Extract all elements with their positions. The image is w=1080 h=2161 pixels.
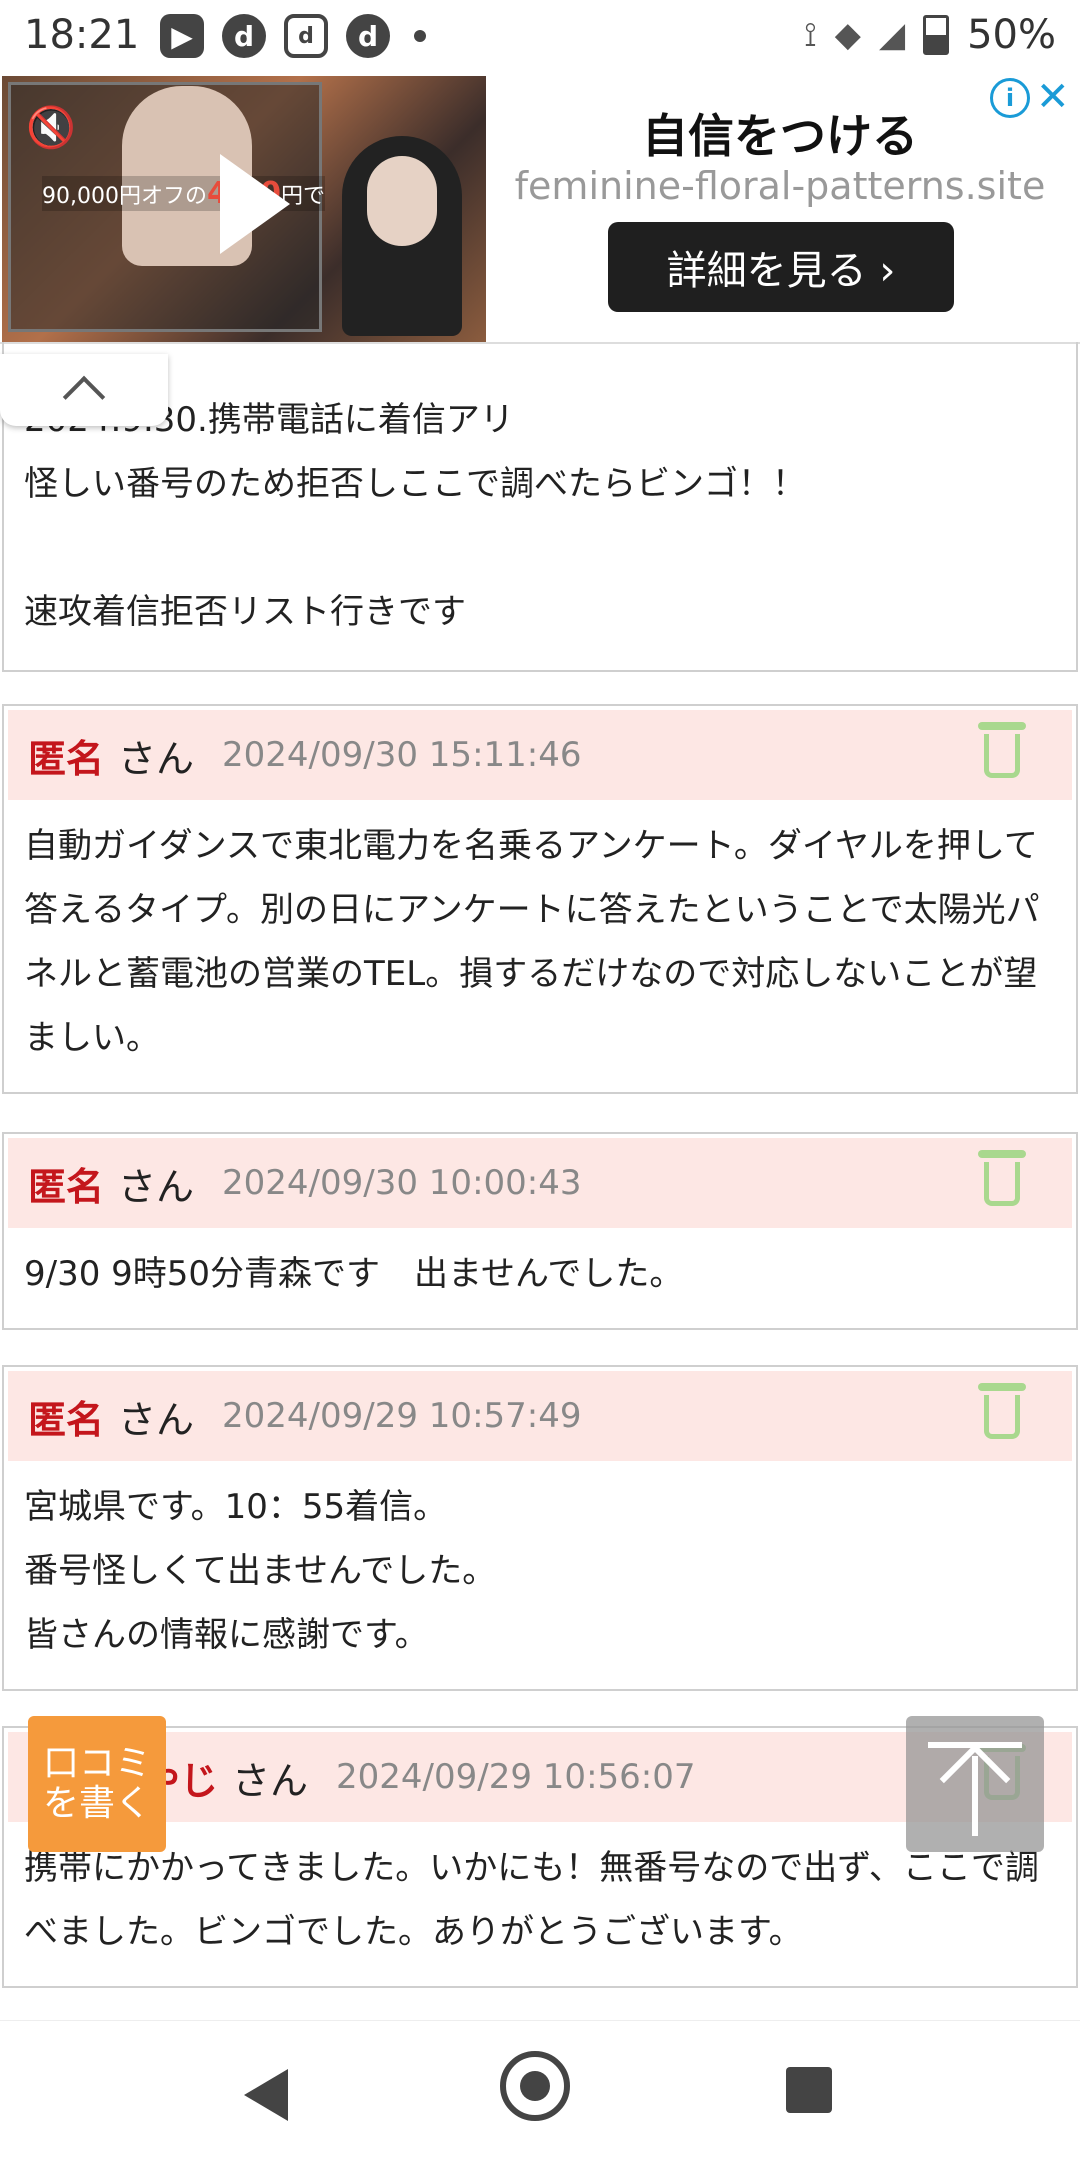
commenter-suffix: さん bbox=[118, 1397, 195, 1442]
ad-domain[interactable]: feminine-floral-patterns.site bbox=[500, 164, 1060, 208]
comment-card: 匿名 さん 2024/09/29 10:57:49 宮城県です。10：55着信。… bbox=[2, 1365, 1078, 1691]
battery-icon bbox=[923, 15, 950, 55]
status-time: 18:21 bbox=[24, 12, 140, 58]
comment-header: 匿名 さん 2024/09/30 15:11:46 bbox=[8, 710, 1072, 800]
d-icon: d bbox=[346, 14, 390, 58]
comment-date: 2024/09/29 10:56:07 bbox=[336, 1757, 696, 1797]
mute-icon[interactable]: 🔇 bbox=[26, 104, 76, 151]
comment-header: 匿名 さん 2024/09/30 10:00:43 bbox=[8, 1138, 1072, 1228]
comment-date: 2024/09/30 10:00:43 bbox=[222, 1163, 582, 1203]
commenter-name: 匿名 bbox=[28, 1397, 105, 1442]
comment-date: 2024/09/30 15:11:46 bbox=[222, 735, 582, 775]
battery-percent: 50% bbox=[967, 12, 1056, 58]
trash-icon[interactable] bbox=[978, 1383, 1026, 1439]
d-outline-icon: d bbox=[284, 14, 328, 58]
ad-headline[interactable]: 自信をつける bbox=[510, 100, 1050, 166]
notification-icons: ▶ d d d bbox=[160, 14, 426, 58]
home-icon[interactable] bbox=[500, 2051, 570, 2121]
comment-body: 9/30 9時50分青森です 出ませんでした。 bbox=[24, 1254, 684, 1294]
signal-icon: ◆ bbox=[834, 15, 861, 55]
arrow-up-stem bbox=[972, 1756, 978, 1836]
commenter-suffix: さん bbox=[232, 1758, 309, 1803]
comment-card: 匿名 さん 2024/09/30 15:11:46 自動ガイダンスで東北電力を名… bbox=[2, 704, 1078, 1094]
scroll-top-button[interactable] bbox=[906, 1716, 1044, 1852]
comment-header: 匿名 さん 2024/09/29 10:57:49 bbox=[8, 1371, 1072, 1461]
comment-body: 自動ガイダンスで東北電力を名乗るアンケート。ダイヤルを押して答えるタイプ。別の日… bbox=[24, 826, 1040, 1058]
system-icons: ⟟ ◆ ◢ 50% bbox=[804, 12, 1056, 58]
write-review-button[interactable]: 口コミを書く bbox=[28, 1716, 166, 1852]
ad-banner[interactable]: 90,000円オフの4,80円で 🔇 自信をつける feminine-flora… bbox=[0, 72, 1080, 344]
commenter-name: 匿名 bbox=[28, 736, 105, 781]
commenter-suffix: さん bbox=[118, 736, 195, 781]
ad-cta-button[interactable]: 詳細を見る › bbox=[608, 222, 954, 312]
back-icon[interactable] bbox=[244, 2069, 288, 2121]
nfc-icon: ⟟ bbox=[804, 15, 817, 55]
d-icon: d bbox=[222, 14, 266, 58]
status-bar: 18:21 ▶ d d d ⟟ ◆ ◢ 50% bbox=[0, 0, 1080, 72]
ad-price-text: 90,000円オフの bbox=[42, 184, 207, 209]
more-notifications-icon bbox=[414, 30, 426, 42]
ad-video-face bbox=[367, 156, 437, 246]
chevron-up-icon bbox=[62, 375, 106, 419]
system-nav-bar bbox=[0, 2020, 1080, 2161]
cell-icon: ◢ bbox=[878, 15, 906, 55]
trash-icon[interactable] bbox=[978, 1150, 1026, 1206]
ad-close-icon[interactable]: ✕ bbox=[1036, 74, 1070, 120]
trash-icon[interactable] bbox=[978, 722, 1026, 778]
commenter-suffix: さん bbox=[118, 1164, 195, 1209]
ad-info-icon[interactable]: i bbox=[990, 78, 1030, 118]
ad-video[interactable]: 90,000円オフの4,80円で 🔇 bbox=[2, 76, 486, 342]
comment-date: 2024/09/29 10:57:49 bbox=[222, 1396, 582, 1436]
play-icon[interactable] bbox=[220, 154, 290, 254]
commenter-name: 匿名 bbox=[28, 1164, 105, 1209]
comment-body: 宮城県です。10：55着信。 番号怪しくて出ませんでした。 皆さんの情報に感謝で… bbox=[24, 1487, 497, 1655]
comment-card: 匿名 さん 2024/09/30 10:00:43 9/30 9時50分青森です… bbox=[2, 1132, 1078, 1330]
youtube-icon: ▶ bbox=[160, 14, 204, 58]
collapse-ad-button[interactable] bbox=[0, 354, 168, 426]
recent-apps-icon[interactable] bbox=[786, 2067, 832, 2113]
